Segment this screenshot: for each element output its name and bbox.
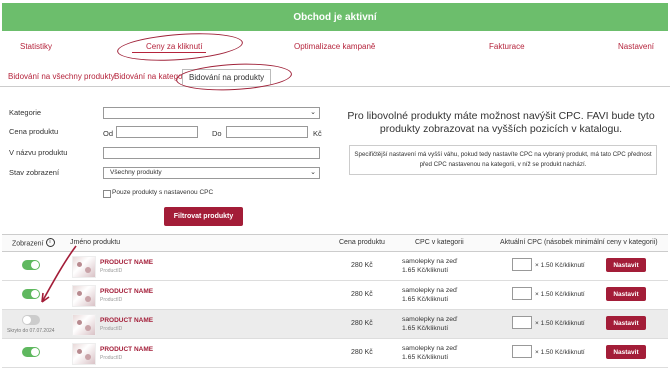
tab-divider xyxy=(0,86,670,87)
product-id: ProductID xyxy=(100,355,123,361)
stav-label: Stav zobrazení xyxy=(9,168,60,177)
nav-ceny-za-kliknuti[interactable]: Ceny za kliknutí xyxy=(146,42,202,51)
nav-fakturace[interactable]: Fakturace xyxy=(489,42,525,51)
category-cpc: samolepky na zeď 1.65 Kč/kliknutí xyxy=(402,258,458,274)
set-cpc-button[interactable]: Nastavit xyxy=(606,345,646,359)
product-thumbnail xyxy=(72,285,96,307)
table-row: Skryto do 07.07.2024 PRODUCT NAME Produc… xyxy=(2,310,668,339)
header-zobrazeni: Zobrazení i xyxy=(12,238,55,248)
cpc-multiplier-input[interactable] xyxy=(512,316,532,329)
product-name[interactable]: PRODUCT NAME xyxy=(100,346,153,353)
price-from-input[interactable] xyxy=(116,126,198,138)
cpc-multiplier-input[interactable] xyxy=(512,345,532,358)
product-price: 280 Kč xyxy=(351,291,373,298)
chevron-down-icon: ⌄ xyxy=(310,169,316,176)
product-id: ProductID xyxy=(100,297,123,303)
visibility-toggle[interactable] xyxy=(22,347,40,357)
product-price: 280 Kč xyxy=(351,262,373,269)
table-row: PRODUCT NAME ProductID 280 Kč samolepky … xyxy=(2,252,668,281)
header-jmeno: Jméno produktu xyxy=(70,239,121,246)
cpc-only-checkbox[interactable] xyxy=(103,190,111,198)
header-cpc-kat: CPC v kategorii xyxy=(415,239,464,246)
kategorie-select[interactable]: ⌄ xyxy=(103,107,320,119)
product-name[interactable]: PRODUCT NAME xyxy=(100,317,153,324)
tab-all-products[interactable]: Bidování na všechny produkty xyxy=(8,72,115,81)
visibility-toggle[interactable] xyxy=(22,260,40,270)
category-cpc: samolepky na zeď 1.65 Kč/kliknutí xyxy=(402,287,458,303)
cpc-only-label: Pouze produkty s nastavenou CPC xyxy=(112,189,214,196)
header-cena: Cena produktu xyxy=(339,239,385,246)
stav-select[interactable]: Všechny produkty ⌄ xyxy=(103,167,320,179)
nav-active-indicator xyxy=(132,52,206,53)
cpc-multiplier-text: × 1.50 Kč/kliknutí xyxy=(535,262,585,269)
product-id: ProductID xyxy=(100,268,123,274)
cpc-multiplier-text: × 1.50 Kč/kliknutí xyxy=(535,320,585,327)
tab-products[interactable]: Bidování na produkty xyxy=(182,69,272,85)
products-table: Zobrazení i Jméno produktu Cena produktu … xyxy=(2,234,668,368)
product-price: 280 Kč xyxy=(351,349,373,356)
nazev-label: V názvu produktu xyxy=(9,148,68,157)
product-thumbnail xyxy=(72,256,96,278)
category-cpc: samolepky na zeď 1.65 Kč/kliknutí xyxy=(402,345,458,361)
set-cpc-button[interactable]: Nastavit xyxy=(606,316,646,330)
nav-optimalizace[interactable]: Optimalizace kampaně xyxy=(294,42,375,51)
kategorie-label: Kategorie xyxy=(9,108,42,117)
chevron-down-icon: ⌄ xyxy=(310,109,316,116)
cpc-multiplier-text: × 1.50 Kč/kliknutí xyxy=(535,291,585,298)
table-header: Zobrazení i Jméno produktu Cena produktu … xyxy=(2,234,668,252)
name-search-input[interactable] xyxy=(103,147,320,159)
header-aktualni: Aktuální CPC (násobek minimální ceny v k… xyxy=(500,239,658,246)
info-note: Specifičtější nastavení má vyšší váhu, p… xyxy=(349,145,657,175)
product-thumbnail xyxy=(72,314,96,336)
product-name[interactable]: PRODUCT NAME xyxy=(100,259,153,266)
table-row: PRODUCT NAME ProductID 280 Kč samolepky … xyxy=(2,339,668,368)
hidden-until-note: Skryto do 07.07.2024 xyxy=(7,328,55,334)
info-icon[interactable]: i xyxy=(45,238,55,247)
filter-button[interactable]: Filtrovat produkty xyxy=(164,207,243,226)
product-price: 280 Kč xyxy=(351,320,373,327)
cpc-multiplier-input[interactable] xyxy=(512,287,532,300)
currency-label: Kč xyxy=(313,129,322,138)
do-label: Do xyxy=(212,129,222,138)
cena-label: Cena produktu xyxy=(9,127,59,136)
status-text: Obchod je aktivní xyxy=(293,11,377,23)
od-label: Od xyxy=(103,129,114,138)
product-name[interactable]: PRODUCT NAME xyxy=(100,288,153,295)
sub-tabs: Bidování na všechny produkty Bidování na… xyxy=(0,68,670,88)
info-heading: Pro libovolné produkty máte možnost navý… xyxy=(347,110,655,135)
visibility-toggle[interactable] xyxy=(22,315,40,325)
price-to-input[interactable] xyxy=(226,126,308,138)
cpc-multiplier-text: × 1.50 Kč/kliknutí xyxy=(535,349,585,356)
tab-categories[interactable]: Bidování na kategorie xyxy=(114,72,191,81)
nav-nastaveni[interactable]: Nastavení xyxy=(618,42,654,51)
product-thumbnail xyxy=(72,343,96,365)
stav-select-value: Všechny produkty xyxy=(110,169,162,176)
visibility-toggle[interactable] xyxy=(22,289,40,299)
table-row: PRODUCT NAME ProductID 280 Kč samolepky … xyxy=(2,281,668,310)
product-id: ProductID xyxy=(100,326,123,332)
nav-statistiky[interactable]: Statistiky xyxy=(20,42,52,51)
set-cpc-button[interactable]: Nastavit xyxy=(606,287,646,301)
set-cpc-button[interactable]: Nastavit xyxy=(606,258,646,272)
category-cpc: samolepky na zeď 1.65 Kč/kliknutí xyxy=(402,316,458,332)
cpc-multiplier-input[interactable] xyxy=(512,258,532,271)
main-nav: Statistiky Ceny za kliknutí Optimalizace… xyxy=(0,38,670,56)
status-bar: Obchod je aktivní xyxy=(2,3,668,31)
